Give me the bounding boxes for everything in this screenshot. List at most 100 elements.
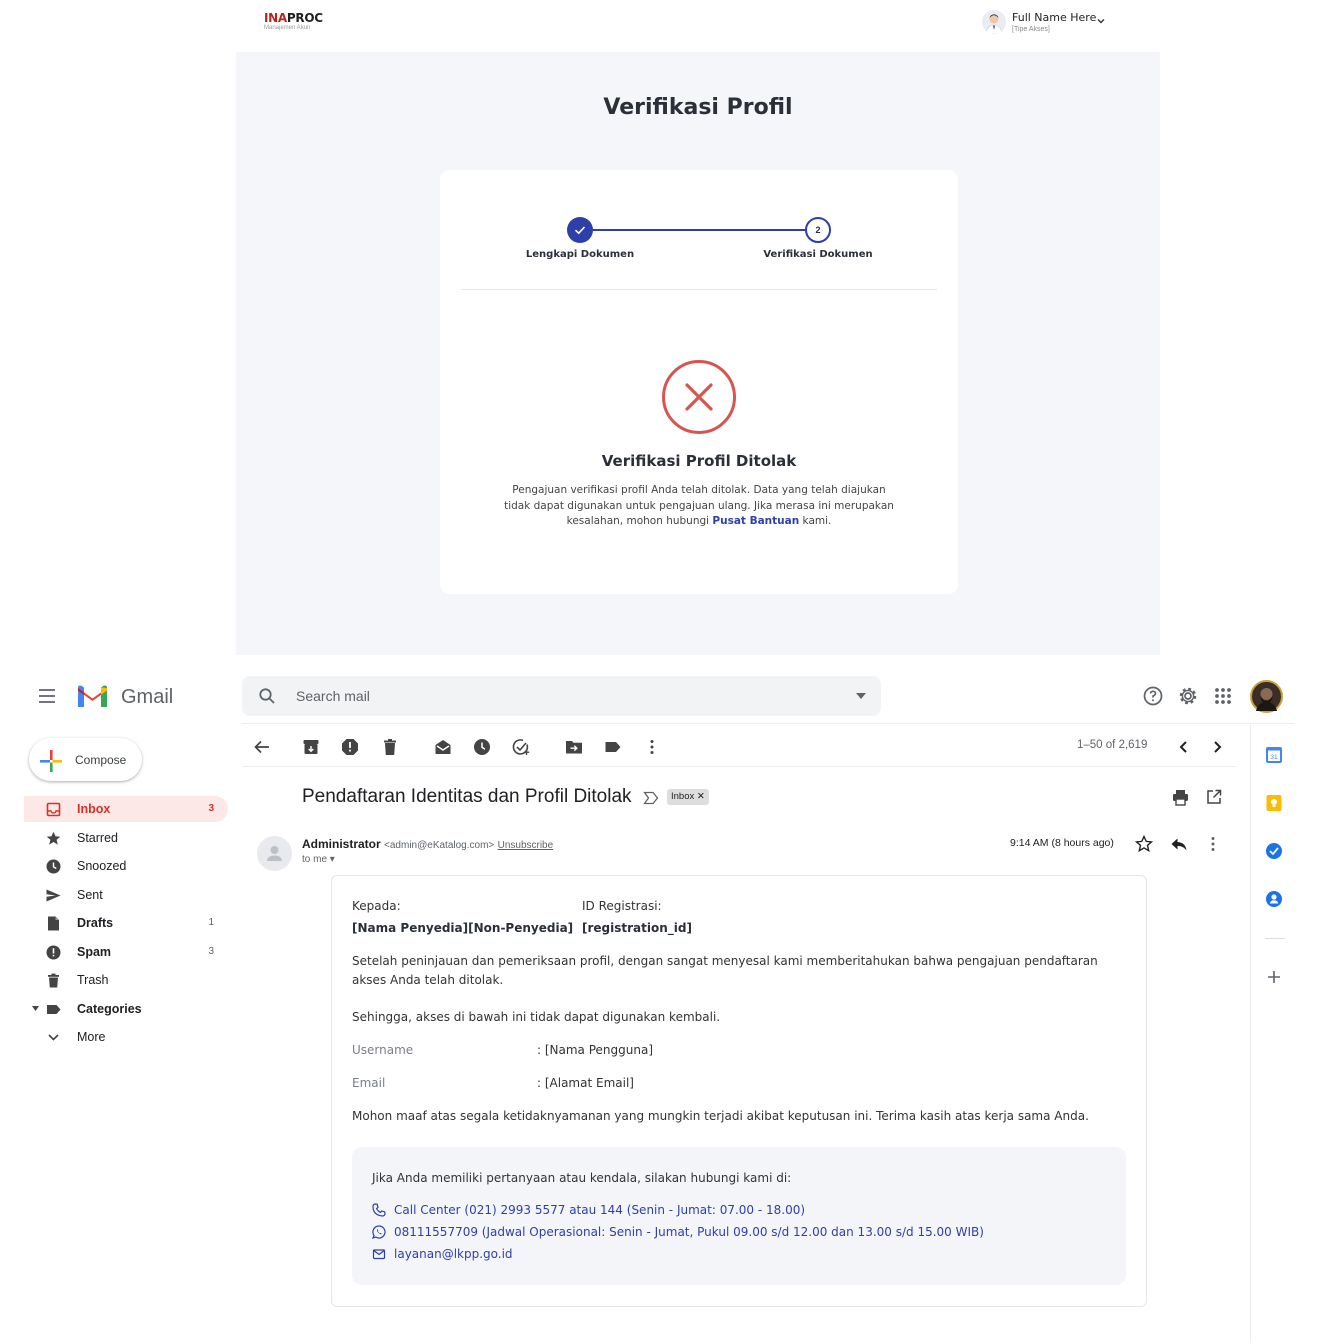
sidebar-item-snoozed[interactable]: Snoozed	[24, 853, 228, 879]
svg-text:31: 31	[1270, 754, 1278, 761]
verification-page: Verifikasi Profil 2 Lengkapi Dokumen Ver…	[236, 52, 1160, 655]
chevron-right-icon[interactable]	[1208, 738, 1226, 756]
body-paragraph-3: Mohon maaf atas segala ketidaknyamanan y…	[352, 1109, 1089, 1123]
profile-photo-icon	[1256, 688, 1277, 711]
apps-grid-icon[interactable]	[1212, 685, 1234, 707]
help-center-link[interactable]: Pusat Bantuan	[712, 515, 799, 527]
help-icon[interactable]	[1142, 685, 1164, 707]
expand-caret-icon[interactable]	[32, 1006, 39, 1011]
reply-icon[interactable]	[1170, 835, 1188, 853]
chevron-left-icon[interactable]	[1175, 738, 1193, 756]
gear-icon[interactable]	[1177, 685, 1199, 707]
side-panel-separator	[1265, 938, 1285, 939]
account-avatar[interactable]	[1250, 680, 1283, 713]
check-icon	[574, 226, 586, 235]
page-title: Verifikasi Profil	[603, 95, 793, 120]
hamburger-menu-icon[interactable]	[37, 687, 57, 705]
print-icon[interactable]	[1172, 789, 1189, 806]
google-calendar-icon[interactable]: 31	[1265, 746, 1283, 764]
open-in-new-window-icon[interactable]	[1206, 789, 1222, 805]
chevron-down-icon[interactable]	[1096, 16, 1106, 26]
report-spam-icon[interactable]	[341, 738, 359, 756]
draft-icon	[48, 916, 59, 931]
username-label: Username	[352, 1043, 414, 1057]
support-email-link[interactable]: layanan@lkpp.go.id	[394, 1247, 513, 1261]
result-title: Verifikasi Profil Ditolak	[601, 452, 797, 470]
pagination-count: 1–50 of 2,619	[1077, 739, 1148, 751]
email-timestamp: 9:14 AM (8 hours ago)	[1010, 837, 1114, 849]
registration-id-label: ID Registrasi:	[582, 899, 662, 913]
search-input[interactable]	[296, 684, 836, 708]
search-icon[interactable]	[258, 687, 276, 705]
sender-name[interactable]: Administrator	[302, 837, 381, 851]
sidebar-item-categories[interactable]: Categories	[24, 996, 228, 1022]
rejected-x-circle-icon	[662, 360, 736, 434]
result-description: Pengajuan verifikasi profil Anda telah d…	[504, 484, 894, 527]
snooze-icon[interactable]	[473, 738, 491, 756]
logo-subtitle: Manajemen Akun	[264, 25, 311, 31]
unsubscribe-link[interactable]: Unsubscribe	[498, 840, 554, 851]
plus-icon	[40, 750, 62, 772]
star-icon[interactable]	[1135, 835, 1153, 853]
move-to-icon[interactable]	[565, 738, 583, 756]
divider	[461, 289, 937, 290]
label-icon[interactable]	[604, 738, 622, 756]
sidebar-item-more[interactable]: More	[24, 1024, 228, 1050]
chevron-down-icon	[48, 1034, 59, 1041]
username-value: : [Nama Pengguna]	[537, 1043, 654, 1057]
sidebar-item-sent[interactable]: Sent	[24, 882, 228, 908]
add-to-tasks-icon[interactable]	[512, 738, 530, 756]
inbox-icon	[46, 802, 61, 817]
add-addon-plus-icon[interactable]	[1265, 968, 1283, 986]
body-paragraph-2: Sehingga, akses di bawah ini tidak dapat…	[352, 1010, 721, 1024]
google-keep-icon[interactable]	[1265, 794, 1283, 812]
importance-marker-icon[interactable]	[643, 791, 659, 805]
registration-id-value: [registration_id]	[582, 921, 692, 935]
step-1-completed	[567, 217, 593, 243]
spam-icon	[46, 945, 61, 960]
person-icon	[267, 846, 282, 861]
contact-info-box: Jika Anda memiliki pertanyaan atau kenda…	[352, 1147, 1126, 1285]
email-subject: Pendaftaran Identitas dan Profil Ditolak	[302, 786, 632, 807]
user-access-type: [Tipe Akses]	[1012, 26, 1050, 33]
more-vertical-icon[interactable]	[1204, 835, 1222, 853]
sidebar-item-trash[interactable]: Trash	[24, 967, 228, 993]
sender-line: Administrator <admin@eKatalog.com> Unsub…	[302, 837, 553, 851]
whatsapp-link[interactable]: 08111557709 (Jadwal Operasional: Senin -…	[394, 1225, 984, 1239]
gmail-logo-icon[interactable]	[76, 683, 109, 709]
toolbar-divider	[242, 766, 1236, 767]
step-1-label: Lengkapi Dokumen	[525, 249, 635, 260]
star-icon	[46, 831, 61, 845]
inaproc-logo[interactable]: INAPROC	[264, 11, 323, 25]
sidebar-item-inbox[interactable]: Inbox 3	[24, 796, 228, 822]
more-vertical-icon[interactable]	[643, 738, 661, 756]
sidebar-item-starred[interactable]: Starred	[24, 825, 228, 851]
delete-icon[interactable]	[381, 738, 399, 756]
sender-avatar[interactable]	[257, 836, 292, 871]
compose-button[interactable]: Compose	[29, 738, 142, 781]
google-contacts-icon[interactable]	[1265, 890, 1283, 908]
recipient-details-toggle[interactable]: to me ▾	[302, 854, 335, 865]
inbox-label-chip[interactable]: Inbox ✕	[667, 789, 709, 805]
clock-icon	[46, 859, 61, 874]
mark-unread-icon[interactable]	[434, 738, 452, 756]
to-value: [Nama Penyedia][Non-Penyedia]	[352, 921, 574, 935]
stepper-line	[580, 229, 816, 231]
user-avatar[interactable]	[982, 10, 1006, 34]
inaproc-header: INAPROC Manajemen Akun Full Name Here [T…	[236, 0, 1160, 52]
gmail-window: Gmail Compose Inbox 3 Starred Snoozed	[0, 665, 1318, 1344]
send-icon	[46, 889, 61, 902]
call-center-link[interactable]: Call Center (021) 2993 5577 atau 144 (Se…	[394, 1203, 805, 1217]
sidebar-item-drafts[interactable]: Drafts 1	[24, 910, 228, 936]
google-tasks-icon[interactable]	[1265, 842, 1283, 860]
label-icon	[47, 1005, 61, 1014]
sidebar-item-spam[interactable]: Spam 3	[24, 939, 228, 965]
whatsapp-icon	[372, 1225, 386, 1239]
back-arrow-icon[interactable]	[253, 738, 271, 756]
search-bar[interactable]	[242, 676, 881, 716]
user-name[interactable]: Full Name Here	[1012, 11, 1096, 24]
contact-intro: Jika Anda memiliki pertanyaan atau kenda…	[372, 1171, 792, 1185]
archive-icon[interactable]	[302, 738, 320, 756]
search-options-caret-icon[interactable]	[856, 693, 866, 699]
gmail-wordmark: Gmail	[121, 686, 174, 708]
